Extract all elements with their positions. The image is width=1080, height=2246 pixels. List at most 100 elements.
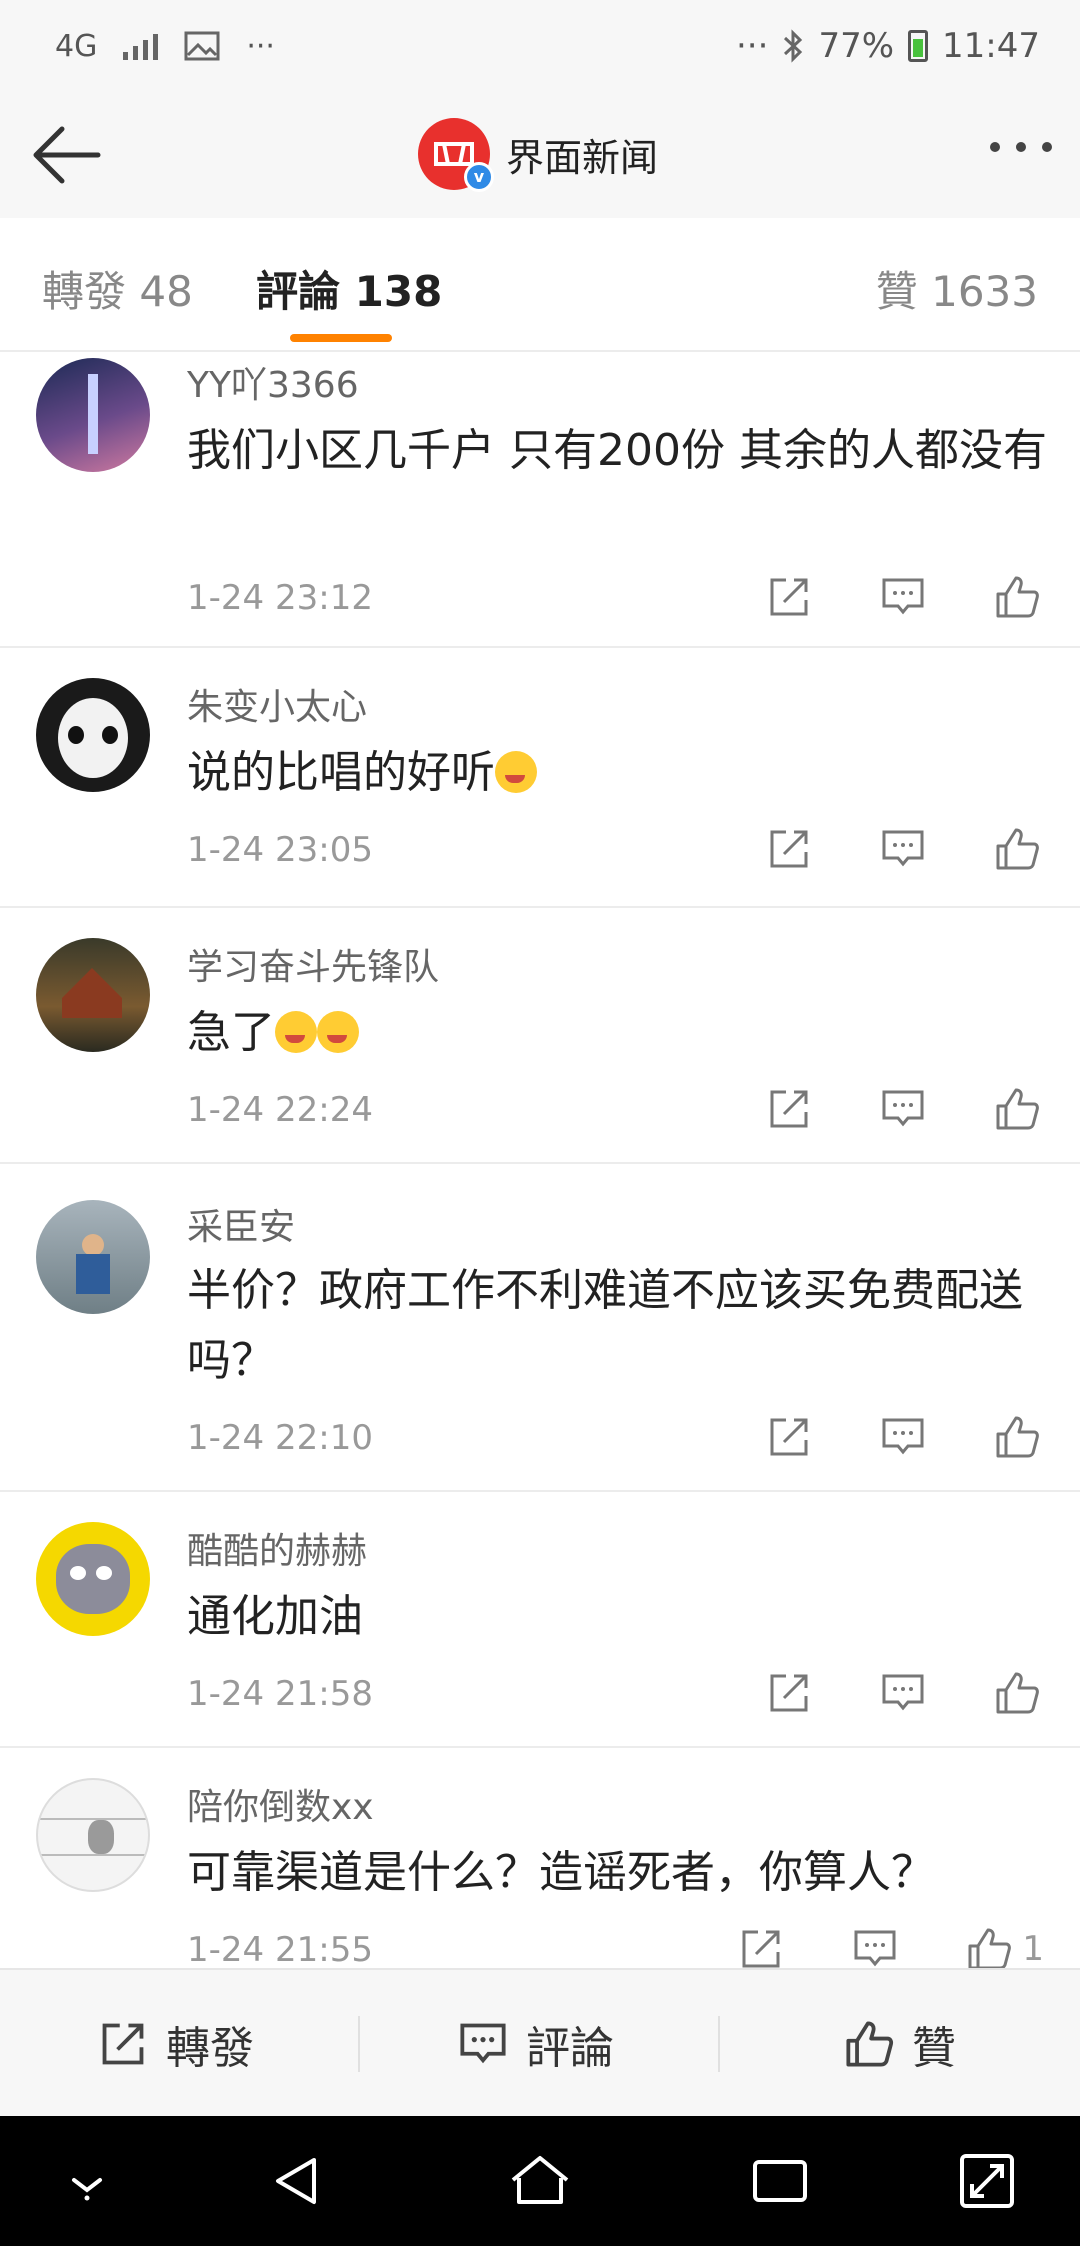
- more-options-icon[interactable]: [990, 142, 1052, 152]
- comment-actions: [766, 1670, 1040, 1716]
- like-button[interactable]: 贊: [844, 1970, 956, 2118]
- comment-username[interactable]: 酷酷的赫赫: [187, 1522, 367, 1574]
- comment-actions: [766, 826, 1040, 872]
- comment-item: 学习奋斗先锋队 急了 1-24 22:24: [0, 908, 1080, 1164]
- bluetooth-icon: [784, 29, 803, 63]
- system-nav-bar: [0, 2116, 1080, 2246]
- comment-item: 采臣安 半价？政府工作不利难道不应该买免费配送吗？ 1-24 22:10: [0, 1164, 1080, 1492]
- tabs: 轉發 48 評論 138 贊 1633: [0, 218, 1080, 352]
- comment-icon[interactable]: [852, 1926, 898, 1968]
- comment-text-content: 说的比唱的好听: [187, 747, 495, 798]
- home-icon[interactable]: [505, 2146, 575, 2216]
- comment-username[interactable]: 朱变小太心: [187, 678, 367, 730]
- comment-label: 評論: [526, 2023, 614, 2074]
- repost-button[interactable]: 轉發: [98, 1970, 254, 2118]
- comment-text: 急了: [187, 998, 1047, 1068]
- status-bar: 4G ··· ··· 77% 11:47: [0, 0, 1080, 92]
- share-icon[interactable]: [766, 1086, 812, 1132]
- comment-text: 我们小区几千户 只有200份 其余的人都没有: [187, 425, 1047, 476]
- back-nav-icon[interactable]: [264, 2146, 334, 2216]
- sweat-emoji-icon: [495, 751, 537, 793]
- like-icon[interactable]: [994, 574, 1040, 620]
- tab-likes[interactable]: 贊 1633: [876, 258, 1038, 319]
- status-right: ··· 77% 11:47: [736, 24, 1040, 68]
- comment-timestamp: 1-24 22:10: [187, 1418, 373, 1458]
- comment-icon: [460, 2023, 506, 2064]
- recent-apps-icon[interactable]: [745, 2146, 815, 2216]
- comment-icon[interactable]: [880, 1670, 926, 1716]
- comment-item: 酷酷的赫赫 通化加油 1-24 21:58: [0, 1492, 1080, 1748]
- signal-icon: [123, 32, 159, 60]
- comment-text: 半价？政府工作不利难道不应该买免费配送吗？: [187, 1265, 1023, 1386]
- yum-emoji-icon: [317, 1011, 359, 1053]
- comment-timestamp: 1-24 22:24: [187, 1090, 373, 1130]
- like-icon[interactable]: [994, 826, 1040, 872]
- avatar[interactable]: [36, 1522, 150, 1636]
- avatar[interactable]: [36, 1778, 150, 1892]
- comment-username[interactable]: 学习奋斗先锋队: [187, 938, 439, 990]
- account-header[interactable]: v 界面新闻: [418, 116, 658, 192]
- gallery-icon: [184, 31, 220, 61]
- comment-button[interactable]: 評論: [458, 1970, 614, 2118]
- avatar[interactable]: [36, 678, 150, 792]
- comment-actions: [766, 574, 1040, 620]
- comment-icon[interactable]: [880, 1414, 926, 1460]
- tab-comments[interactable]: 評論 138: [256, 258, 442, 319]
- share-icon[interactable]: [766, 1414, 812, 1460]
- repost-label: 轉發: [166, 2023, 254, 2074]
- comment-username[interactable]: 采臣安: [187, 1198, 295, 1250]
- account-name: 界面新闻: [506, 135, 659, 180]
- like-count: 1: [1022, 1929, 1044, 1968]
- like-control[interactable]: 1: [966, 1926, 1044, 1968]
- like-icon[interactable]: [994, 1086, 1040, 1132]
- battery-percent: 77%: [818, 26, 895, 66]
- bottom-action-bar: 轉發 評論 贊: [0, 1968, 1080, 2118]
- expand-icon[interactable]: [952, 2146, 1022, 2216]
- hide-keyboard-icon[interactable]: [52, 2146, 122, 2216]
- comment-item: 陪你倒数xx 可靠渠道是什么？造谣死者，你算人？ 1-24 21:55 1: [0, 1748, 1080, 1968]
- comment-icon[interactable]: [880, 574, 926, 620]
- comment-timestamp: 1-24 21:58: [187, 1674, 373, 1714]
- like-icon: [846, 2021, 894, 2067]
- comment-username[interactable]: 陪你倒数xx: [187, 1778, 374, 1830]
- back-arrow-icon[interactable]: [28, 120, 108, 190]
- comment-list[interactable]: YY吖3366 我们小区几千户 只有200份 其余的人都没有 1-24 23:1…: [0, 352, 1080, 1968]
- share-icon[interactable]: [766, 826, 812, 872]
- divider: [358, 2016, 360, 2072]
- comment-timestamp: 1-24 23:05: [187, 830, 373, 870]
- more-notifications-icon: ···: [246, 28, 275, 64]
- active-tab-indicator: [290, 334, 392, 342]
- comment-icon[interactable]: [880, 1086, 926, 1132]
- share-icon[interactable]: [766, 1670, 812, 1716]
- comment-icon[interactable]: [880, 826, 926, 872]
- yum-emoji-icon: [275, 1011, 317, 1053]
- comment-actions: 1: [738, 1926, 1044, 1968]
- battery-icon: [908, 30, 929, 62]
- nav-bar: v 界面新闻: [0, 92, 1080, 220]
- overflow-icon: ···: [736, 26, 769, 66]
- avatar[interactable]: [36, 1200, 150, 1314]
- avatar[interactable]: [36, 938, 150, 1052]
- verified-badge-icon: v: [464, 162, 494, 192]
- share-icon[interactable]: [766, 574, 812, 620]
- comment-actions: [766, 1414, 1040, 1460]
- repost-icon: [102, 2023, 144, 2065]
- comment-timestamp: 1-24 23:12: [187, 578, 373, 618]
- comment-item: YY吖3366 我们小区几千户 只有200份 其余的人都没有 1-24 23:1…: [0, 352, 1080, 648]
- like-icon[interactable]: [966, 1926, 1012, 1968]
- share-icon[interactable]: [738, 1926, 784, 1968]
- avatar[interactable]: [36, 358, 150, 472]
- comment-text: 说的比唱的好听: [187, 738, 1047, 808]
- divider: [718, 2016, 720, 2072]
- like-icon[interactable]: [994, 1414, 1040, 1460]
- like-icon[interactable]: [994, 1670, 1040, 1716]
- account-logo[interactable]: v: [418, 118, 494, 192]
- clock: 11:47: [942, 26, 1040, 66]
- comment-text: 可靠渠道是什么？造谣死者，你算人？: [187, 1847, 935, 1898]
- tab-repost[interactable]: 轉發 48: [42, 258, 193, 319]
- network-type: 4G: [55, 28, 98, 64]
- comment-timestamp: 1-24 21:55: [187, 1930, 373, 1968]
- comment-actions: [766, 1086, 1040, 1132]
- comment-username[interactable]: YY吖3366: [187, 356, 359, 408]
- comment-text-content: 急了: [187, 1007, 275, 1058]
